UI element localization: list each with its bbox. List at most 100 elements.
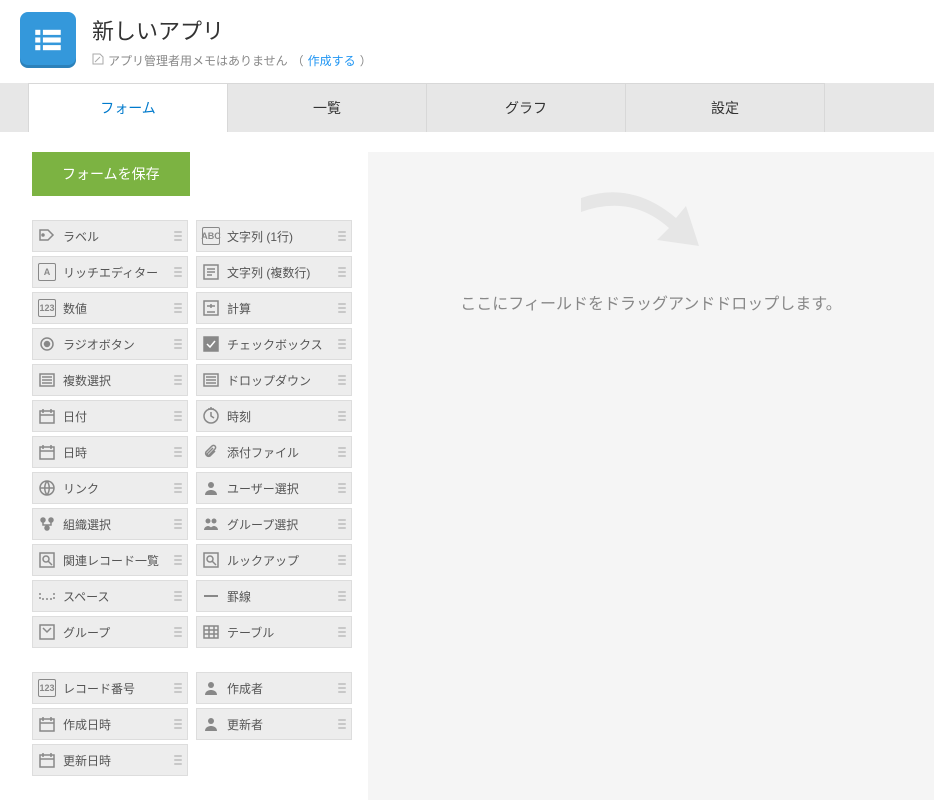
drag-grip-icon [337, 375, 347, 385]
drag-grip-icon [337, 555, 347, 565]
field-icon [37, 622, 57, 642]
field-icon [37, 750, 57, 770]
field-item[interactable]: A リッチエディター [32, 256, 188, 288]
field-item[interactable]: ラベル [32, 220, 188, 252]
field-item[interactable]: 関連レコード一覧 [32, 544, 188, 576]
content: フォームを保存 ラベル ABC 文字列 (1行) A リッチエディター 文字列 … [0, 132, 934, 800]
field-icon [37, 714, 57, 734]
field-label: 日付 [63, 408, 173, 425]
field-palette-system: 123 レコード番号 作成者 作成日時 更新者 更新日時 [32, 672, 368, 778]
field-item[interactable]: 計算 [196, 292, 352, 324]
field-label: レコード番号 [63, 680, 173, 697]
drag-grip-icon [337, 683, 347, 693]
tab-graph[interactable]: グラフ [426, 83, 626, 132]
field-icon [37, 370, 57, 390]
field-icon [201, 262, 221, 282]
memo-icon [92, 53, 104, 68]
field-icon: 123 [37, 298, 57, 318]
field-item[interactable]: ラジオボタン [32, 328, 188, 360]
field-item[interactable]: 123 レコード番号 [32, 672, 188, 704]
drag-grip-icon [337, 591, 347, 601]
field-icon: ABC [201, 226, 221, 246]
field-icon [201, 334, 221, 354]
field-item[interactable]: 文字列 (複数行) [196, 256, 352, 288]
field-label: テーブル [227, 624, 337, 641]
field-icon [201, 406, 221, 426]
field-item[interactable]: 作成日時 [32, 708, 188, 740]
field-item[interactable]: 日付 [32, 400, 188, 432]
drag-grip-icon [337, 231, 347, 241]
field-label: ユーザー選択 [227, 480, 337, 497]
field-icon [37, 586, 57, 606]
tab-settings[interactable]: 設定 [625, 83, 825, 132]
field-item[interactable]: 罫線 [196, 580, 352, 612]
field-item[interactable]: 更新者 [196, 708, 352, 740]
drag-grip-icon [173, 411, 183, 421]
field-icon [201, 442, 221, 462]
field-label: 時刻 [227, 408, 337, 425]
drag-grip-icon [173, 591, 183, 601]
field-label: 複数選択 [63, 372, 173, 389]
field-label: 罫線 [227, 588, 337, 605]
field-item[interactable]: 組織選択 [32, 508, 188, 540]
memo-create-link[interactable]: 作成する [308, 52, 356, 69]
field-label: 日時 [63, 444, 173, 461]
drag-grip-icon [337, 267, 347, 277]
drag-grip-icon [173, 627, 183, 637]
field-icon [201, 370, 221, 390]
field-item[interactable]: スペース [32, 580, 188, 612]
drag-grip-icon [173, 447, 183, 457]
field-item[interactable]: 日時 [32, 436, 188, 468]
field-label: リンク [63, 480, 173, 497]
field-label: 文字列 (1行) [227, 228, 337, 245]
field-icon [201, 298, 221, 318]
drag-grip-icon [337, 719, 347, 729]
field-item[interactable]: 作成者 [196, 672, 352, 704]
memo-label: アプリ管理者用メモはありません [108, 52, 288, 69]
field-label: チェックボックス [227, 336, 337, 353]
form-canvas[interactable]: ここにフィールドをドラッグアンドドロップします。 [368, 152, 934, 800]
field-item[interactable]: ルックアップ [196, 544, 352, 576]
admin-memo: アプリ管理者用メモはありません （作成する） [92, 52, 372, 69]
field-item[interactable]: リンク [32, 472, 188, 504]
field-item[interactable]: ドロップダウン [196, 364, 352, 396]
field-item[interactable]: ABC 文字列 (1行) [196, 220, 352, 252]
field-item[interactable]: ユーザー選択 [196, 472, 352, 504]
field-label: ラジオボタン [63, 336, 173, 353]
field-item[interactable]: 添付ファイル [196, 436, 352, 468]
field-item[interactable]: 複数選択 [32, 364, 188, 396]
field-item[interactable]: テーブル [196, 616, 352, 648]
field-icon [37, 514, 57, 534]
tab-form[interactable]: フォーム [28, 83, 228, 132]
field-item[interactable]: グループ選択 [196, 508, 352, 540]
field-label: 関連レコード一覧 [63, 552, 173, 569]
field-label: 添付ファイル [227, 444, 337, 461]
field-item[interactable]: 更新日時 [32, 744, 188, 776]
drag-grip-icon [173, 339, 183, 349]
field-palette: ラベル ABC 文字列 (1行) A リッチエディター 文字列 (複数行) 12… [32, 220, 368, 650]
drop-arrow-icon [581, 188, 721, 260]
field-label: 更新者 [227, 716, 337, 733]
field-label: 作成日時 [63, 716, 173, 733]
app-icon [20, 12, 76, 68]
field-icon [201, 678, 221, 698]
field-icon [37, 334, 57, 354]
field-item[interactable]: 123 数値 [32, 292, 188, 324]
save-form-button[interactable]: フォームを保存 [32, 152, 190, 196]
field-icon [201, 478, 221, 498]
field-label: 作成者 [227, 680, 337, 697]
field-label: 計算 [227, 300, 337, 317]
field-icon: 123 [37, 678, 57, 698]
field-icon [201, 514, 221, 534]
field-item[interactable]: チェックボックス [196, 328, 352, 360]
field-icon [201, 714, 221, 734]
field-item[interactable]: グループ [32, 616, 188, 648]
field-icon [37, 478, 57, 498]
field-icon [201, 586, 221, 606]
field-label: グループ選択 [227, 516, 337, 533]
field-item[interactable]: 時刻 [196, 400, 352, 432]
tab-list[interactable]: 一覧 [227, 83, 427, 132]
drag-grip-icon [337, 447, 347, 457]
drag-grip-icon [337, 411, 347, 421]
drag-grip-icon [337, 519, 347, 529]
